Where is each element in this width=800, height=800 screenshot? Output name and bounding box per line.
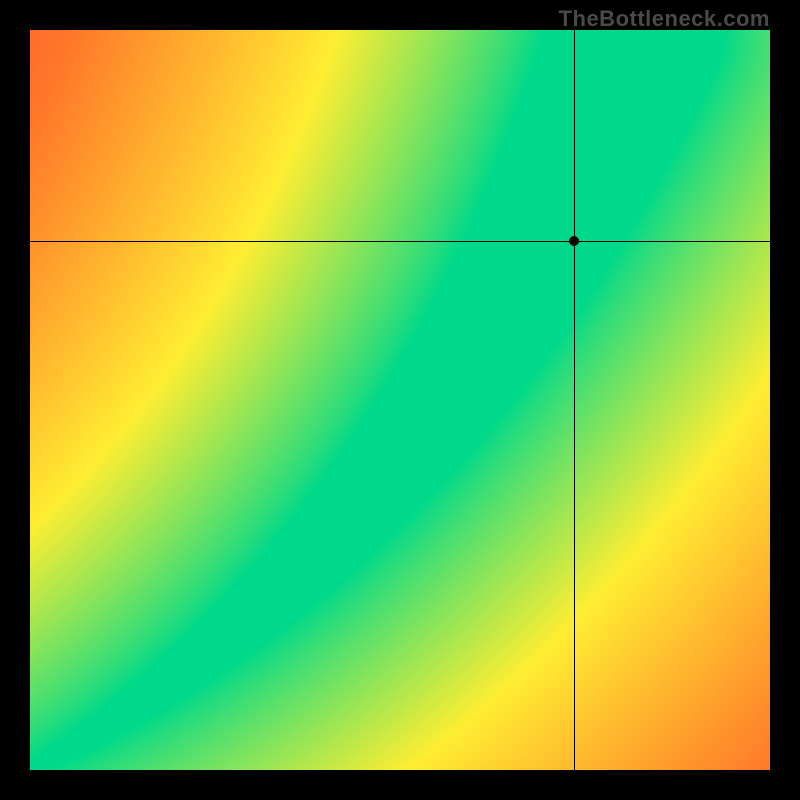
- crosshair-vertical: [574, 30, 575, 770]
- chart-frame: TheBottleneck.com: [0, 0, 800, 800]
- crosshair-horizontal: [30, 241, 770, 242]
- bottleneck-heatmap: [30, 30, 770, 770]
- selection-marker: [569, 236, 579, 246]
- watermark-text: TheBottleneck.com: [559, 6, 770, 32]
